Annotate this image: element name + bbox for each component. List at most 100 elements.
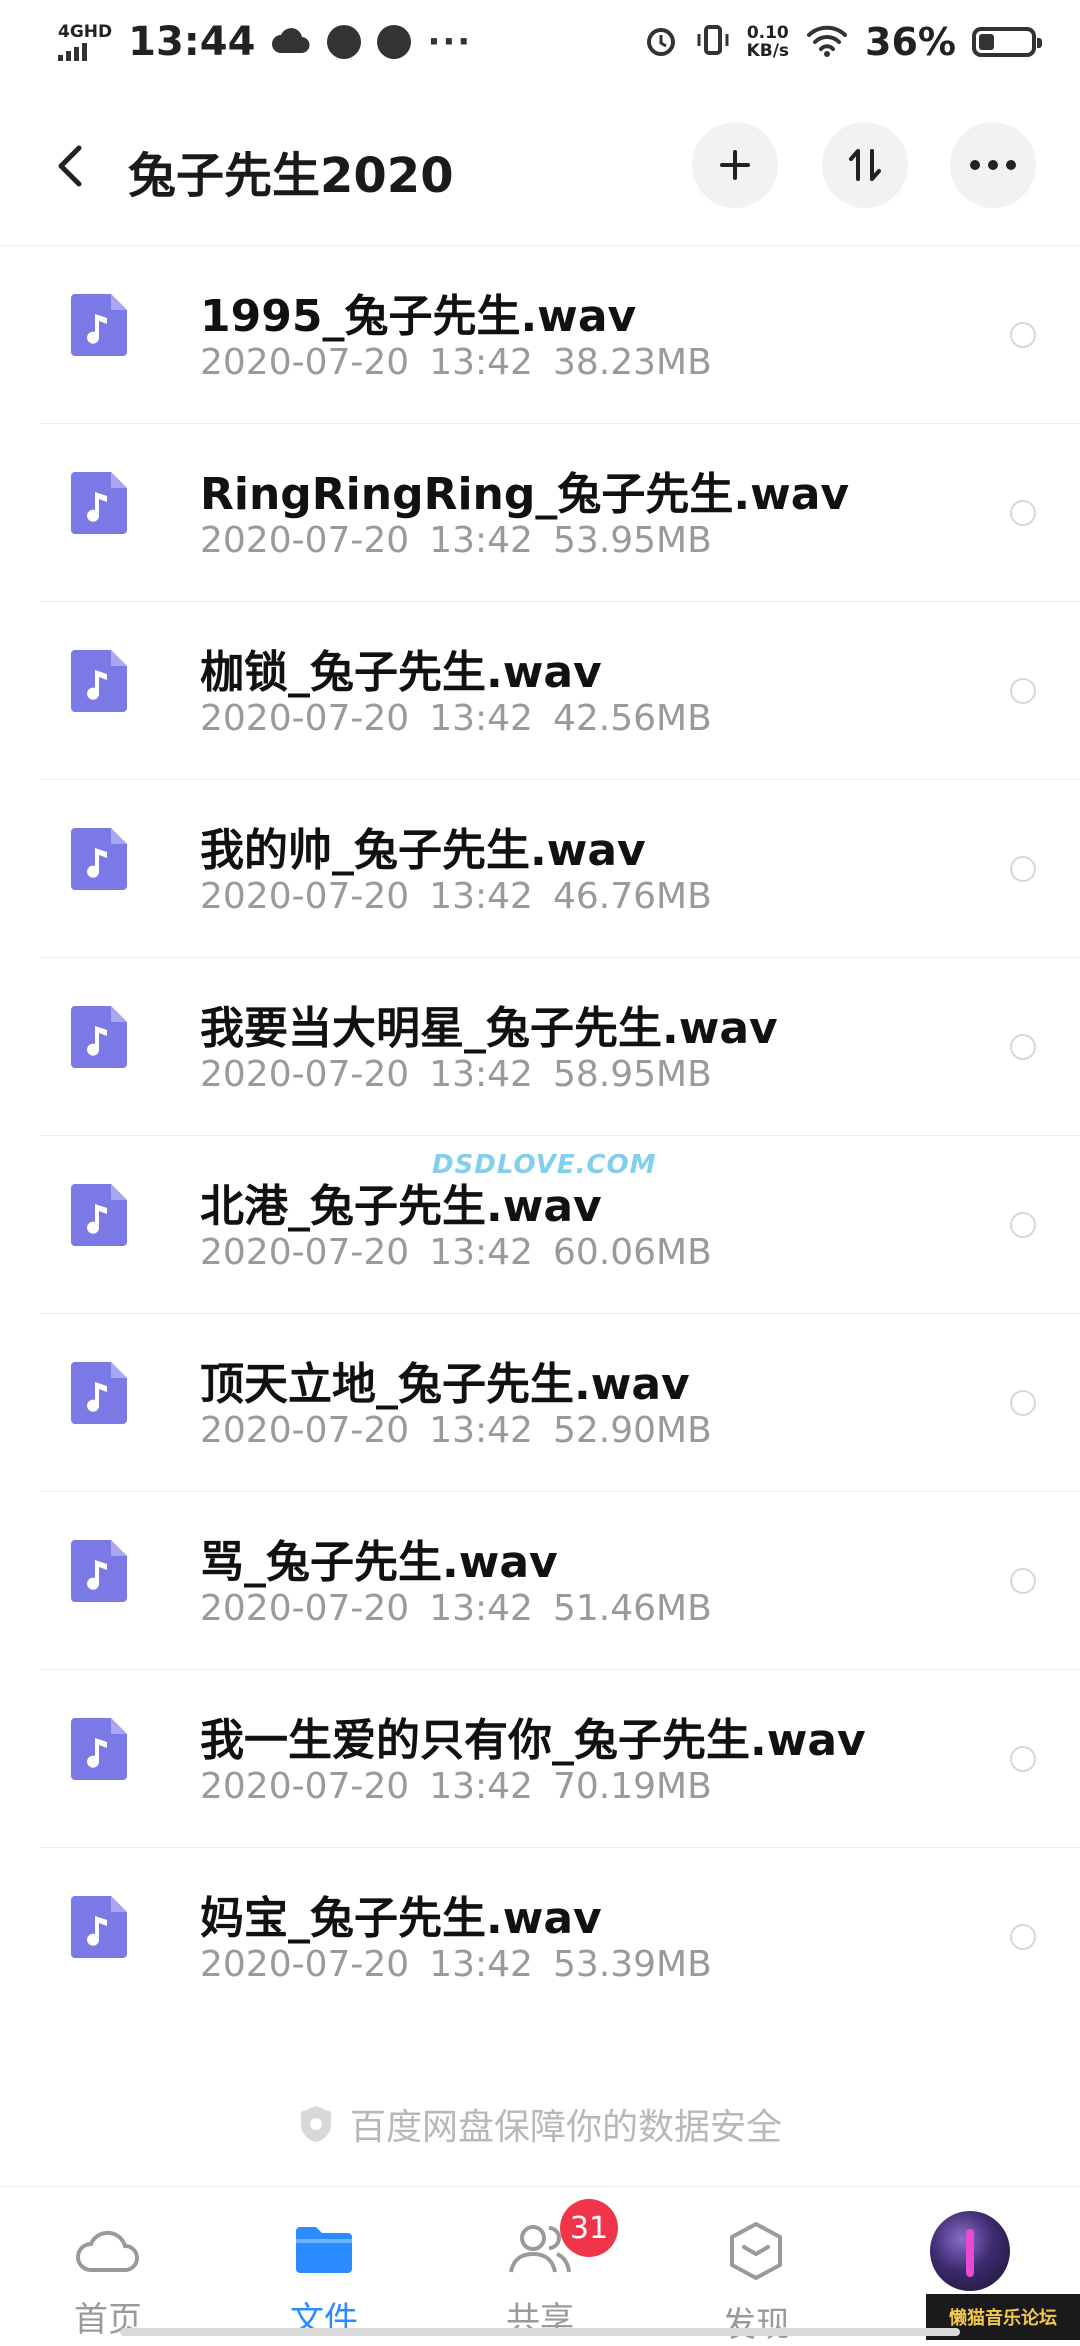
file-row[interactable]: 枷锁_兔子先生.wav 2020-07-20 13:42 42.56MB [40, 602, 1080, 780]
battery-percent: 36% [865, 20, 956, 64]
file-size: 42.56MB [552, 698, 712, 739]
file-meta: 2020-07-20 13:42 58.95MB [200, 1054, 712, 1095]
music-file-icon [71, 1362, 127, 1424]
music-file-icon [71, 828, 127, 890]
music-file-icon [71, 472, 127, 534]
file-row[interactable]: 1995_兔子先生.wav 2020-07-20 13:42 38.23MB [40, 246, 1080, 424]
file-row[interactable]: 我要当大明星_兔子先生.wav 2020-07-20 13:42 58.95MB [40, 958, 1080, 1136]
music-file-icon [71, 1184, 127, 1246]
file-time: 13:42 [429, 520, 533, 561]
music-file-icon [71, 1896, 127, 1958]
file-size: 46.76MB [552, 876, 712, 917]
file-time: 13:42 [429, 876, 533, 917]
shield-icon [300, 2106, 331, 2142]
home-indicator[interactable] [120, 2328, 960, 2336]
music-file-icon [71, 1540, 127, 1602]
battery-icon [972, 27, 1042, 57]
file-name: 骂_兔子先生.wav [200, 1537, 558, 1588]
file-size: 58.95MB [552, 1054, 712, 1095]
file-time: 13:42 [429, 698, 533, 739]
file-size: 52.90MB [552, 1410, 712, 1451]
music-file-icon [71, 1006, 127, 1068]
file-name: 我要当大明星_兔子先生.wav [200, 1003, 778, 1054]
select-radio[interactable] [1010, 1212, 1036, 1238]
select-radio[interactable] [1010, 1924, 1036, 1950]
file-time: 13:42 [429, 1766, 533, 1807]
file-size: 38.23MB [552, 342, 712, 383]
select-radio[interactable] [1010, 1390, 1036, 1416]
speedometer-icon [327, 25, 362, 59]
avatar[interactable] [930, 2211, 1010, 2291]
security-note: 百度网盘保障你的数据安全 [0, 2098, 1080, 2150]
file-meta: 2020-07-20 13:42 42.56MB [200, 698, 712, 739]
back-button[interactable] [44, 134, 94, 198]
file-date: 2020-07-20 [200, 1054, 410, 1095]
file-time: 13:42 [429, 1944, 533, 1985]
select-radio[interactable] [1010, 1568, 1036, 1594]
file-time: 13:42 [429, 1410, 533, 1451]
network-speed: 0.10 KB/s [747, 24, 789, 60]
speed-unit: KB/s [746, 41, 790, 61]
page-title: 兔子先生2020 [128, 148, 454, 204]
file-size: 60.06MB [552, 1232, 712, 1273]
file-row[interactable]: 我一生爱的只有你_兔子先生.wav 2020-07-20 13:42 70.19MB [40, 1670, 1080, 1848]
chevron-left-icon [58, 145, 82, 187]
add-button[interactable] [692, 122, 778, 208]
file-meta: 2020-07-20 13:42 38.23MB [200, 342, 712, 383]
file-date: 2020-07-20 [200, 1410, 410, 1451]
cloud-icon [271, 25, 311, 59]
file-row[interactable]: 我的帅_兔子先生.wav 2020-07-20 13:42 46.76MB [40, 780, 1080, 958]
sort-icon [849, 149, 881, 181]
cloud-home-icon [72, 2221, 144, 2276]
file-name: RingRingRing_兔子先生.wav [200, 469, 850, 520]
more-button[interactable] [950, 122, 1036, 208]
nav-discover-label: 发现 [722, 2305, 790, 2345]
file-meta: 2020-07-20 13:42 52.90MB [200, 1410, 712, 1451]
check-circle-icon [377, 25, 412, 59]
music-file-icon [71, 650, 127, 712]
file-name: 枷锁_兔子先生.wav [200, 647, 602, 698]
network-type: 4GHD [58, 21, 113, 42]
file-date: 2020-07-20 [200, 1944, 410, 1985]
select-radio[interactable] [1010, 322, 1036, 348]
file-row[interactable]: RingRingRing_兔子先生.wav 2020-07-20 13:42 53.… [40, 424, 1080, 602]
file-meta: 2020-07-20 13:42 53.95MB [200, 520, 712, 561]
speed-value: 0.10 [746, 23, 789, 43]
file-name: 我的帅_兔子先生.wav [200, 825, 646, 876]
file-row[interactable]: 妈宝_兔子先生.wav 2020-07-20 13:42 53.39MB [40, 1848, 1080, 2026]
file-size: 51.46MB [552, 1588, 712, 1629]
file-time: 13:42 [429, 342, 533, 383]
more-icon [970, 160, 1016, 170]
clock: 13:44 [128, 19, 256, 65]
select-radio[interactable] [1010, 678, 1036, 704]
file-list: 1995_兔子先生.wav 2020-07-20 13:42 38.23MB Rin… [0, 246, 1080, 2026]
file-row[interactable]: 骂_兔子先生.wav 2020-07-20 13:42 51.46MB [40, 1492, 1080, 1670]
select-radio[interactable] [1010, 1034, 1036, 1060]
file-name: 1995_兔子先生.wav [200, 291, 637, 342]
file-date: 2020-07-20 [200, 1232, 410, 1273]
alarm-icon [643, 22, 679, 62]
nav-discover[interactable]: 发现 [648, 2187, 864, 2345]
nav-files[interactable]: 文件 [216, 2187, 432, 2341]
file-row[interactable]: 顶天立地_兔子先生.wav 2020-07-20 13:42 52.90MB [40, 1314, 1080, 1492]
bottom-nav: 首页 文件 共享 31 发现 [0, 2186, 1080, 2345]
file-name: 顶天立地_兔子先生.wav [200, 1359, 690, 1410]
select-radio[interactable] [1010, 856, 1036, 882]
status-right: 0.10 KB/s 36% [643, 20, 1042, 64]
file-date: 2020-07-20 [200, 876, 410, 917]
file-meta: 2020-07-20 13:42 70.19MB [200, 1766, 712, 1807]
nav-home[interactable]: 首页 [0, 2187, 216, 2341]
file-date: 2020-07-20 [200, 342, 410, 383]
sort-button[interactable] [822, 122, 908, 208]
music-file-icon [71, 294, 127, 356]
select-radio[interactable] [1010, 500, 1036, 526]
more-notifications-icon: ··· [427, 22, 473, 62]
file-name: 我一生爱的只有你_兔子先生.wav [200, 1715, 866, 1766]
header: 兔子先生2020 [0, 84, 1080, 246]
file-time: 13:42 [429, 1588, 533, 1629]
file-time: 13:42 [429, 1054, 533, 1095]
security-note-text: 百度网盘保障你的数据安全 [349, 2107, 782, 2148]
file-meta: 2020-07-20 13:42 53.39MB [200, 1944, 712, 1985]
nav-share[interactable]: 共享 [432, 2187, 648, 2341]
select-radio[interactable] [1010, 1746, 1036, 1772]
